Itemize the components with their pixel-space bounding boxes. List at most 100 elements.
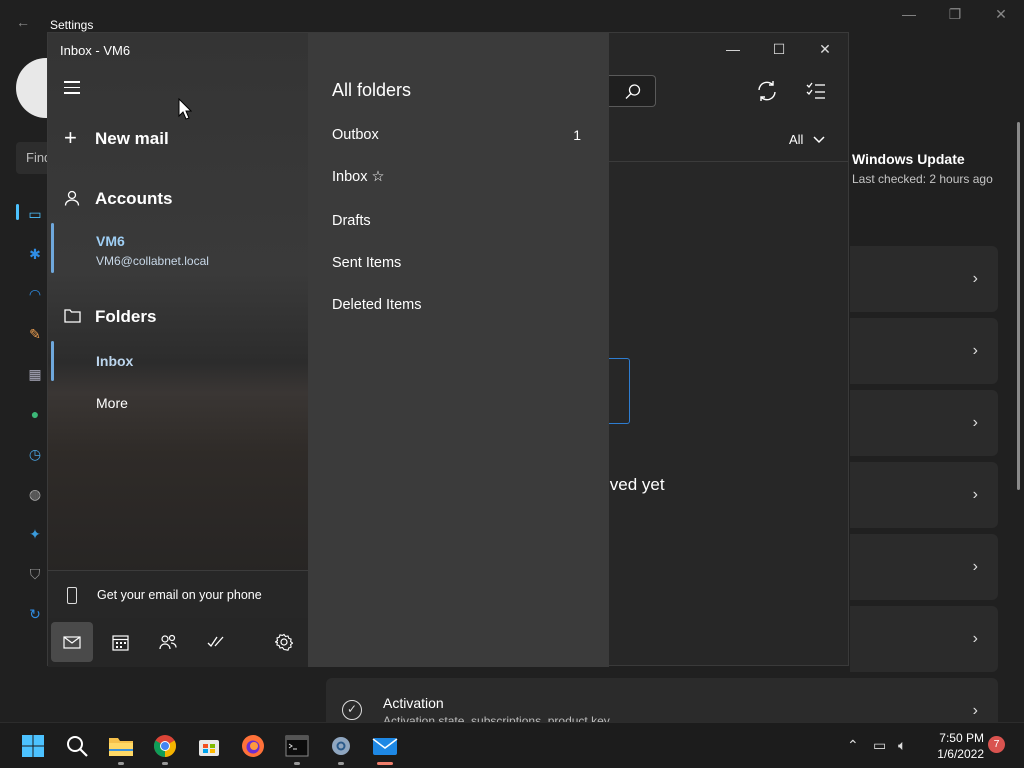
firefox-icon <box>242 735 264 757</box>
filter-dropdown[interactable]: All <box>789 132 825 147</box>
folder-deleted-items[interactable]: Deleted Items <box>332 297 585 313</box>
folder-item-more[interactable]: More <box>96 395 128 411</box>
calendar-tab[interactable] <box>99 622 141 662</box>
accessibility-icon[interactable]: ✦ <box>22 523 48 545</box>
settings-card[interactable]: › <box>850 390 998 456</box>
check-circle-icon: ✓ <box>342 700 362 720</box>
account-email: VM6@collabnet.local <box>96 254 209 268</box>
plus-icon: + <box>64 125 77 150</box>
chevron-up-icon[interactable]: ⌃ <box>847 737 859 754</box>
maximize-icon[interactable]: ☐ <box>756 41 802 63</box>
settings-card[interactable]: › <box>850 462 998 528</box>
taskbar-search-button[interactable] <box>62 731 92 761</box>
notification-badge[interactable]: 7 <box>988 736 1005 753</box>
unread-count: 1 <box>573 127 581 143</box>
sync-button[interactable] <box>755 79 779 103</box>
minimize-icon[interactable]: — <box>886 6 932 22</box>
search-icon <box>67 736 88 757</box>
store-icon <box>199 740 219 756</box>
time-language-icon[interactable]: ◷ <box>22 443 48 465</box>
system-icon[interactable]: ▭ <box>22 203 48 225</box>
settings-icon <box>332 737 350 755</box>
activation-title: Activation <box>383 695 444 711</box>
phone-icon <box>67 587 77 604</box>
personalization-icon[interactable]: ✎ <box>22 323 48 345</box>
folder-inbox[interactable]: Inbox ☆ <box>332 169 585 185</box>
windows-update-title: Windows Update <box>852 151 965 167</box>
folder-label: Outbox <box>332 127 379 143</box>
terminal-button[interactable] <box>282 731 312 765</box>
folder-drafts[interactable]: Drafts <box>332 213 585 229</box>
mail-icon <box>63 635 81 649</box>
mail-app-button[interactable] <box>370 731 400 765</box>
settings-app-button[interactable] <box>326 731 356 765</box>
settings-card[interactable]: › <box>850 534 998 600</box>
chevron-right-icon: › <box>972 414 978 431</box>
activation-card[interactable]: ✓ Activation Activation state, subscript… <box>326 678 998 722</box>
chevron-right-icon: › <box>972 270 978 287</box>
folder-label: Sent Items <box>332 255 402 271</box>
settings-title: Settings <box>50 18 94 32</box>
privacy-shield-icon[interactable]: ⛉ <box>22 563 48 585</box>
close-icon[interactable]: ✕ <box>978 6 1024 23</box>
folder-sent-items[interactable]: Sent Items <box>332 255 585 271</box>
store-button[interactable] <box>194 731 224 761</box>
close-icon[interactable]: ✕ <box>802 41 848 63</box>
chevron-right-icon: › <box>972 342 978 359</box>
volume-icon[interactable]: 🔈︎ <box>898 737 906 754</box>
checklist-icon <box>806 82 825 99</box>
minimize-icon[interactable]: — <box>710 41 756 63</box>
accounts-icon[interactable]: ● <box>22 403 48 425</box>
restore-icon[interactable]: ❐ <box>932 6 978 23</box>
back-arrow-icon[interactable]: ← <box>16 14 30 30</box>
firefox-button[interactable] <box>238 731 268 761</box>
accounts-label: Accounts <box>95 189 173 208</box>
select-mode-button[interactable] <box>804 79 828 103</box>
all-folders-flyout: All folders Outbox 1 Inbox ☆ Drafts Sent… <box>308 33 609 667</box>
folder-label: Deleted Items <box>332 297 422 313</box>
terminal-icon <box>285 735 309 757</box>
gaming-icon[interactable]: ◍ <box>22 483 48 505</box>
mail-window: All ived yet — ☐ ✕ Inbox - VM6 + New mai… <box>47 32 849 667</box>
network-icon[interactable]: ▭ <box>873 737 886 754</box>
empty-state-message: ived yet <box>606 475 665 494</box>
scrollbar[interactable] <box>1017 122 1020 490</box>
mail-icon <box>372 738 398 755</box>
bluetooth-icon[interactable]: ✱ <box>22 243 48 265</box>
chrome-button[interactable] <box>150 731 180 765</box>
todo-tab[interactable] <box>195 622 237 662</box>
search-button[interactable] <box>608 75 656 107</box>
folder-label: Inbox ☆ <box>332 169 385 185</box>
network-icon[interactable]: ◠ <box>22 283 48 305</box>
activation-subtitle: Activation state, subscriptions, product… <box>383 714 610 722</box>
selection-indicator <box>51 223 54 273</box>
search-icon <box>625 84 641 99</box>
system-clock[interactable]: 7:50 PM 1/6/2022 <box>928 730 984 762</box>
mail-tab[interactable] <box>51 622 93 662</box>
window-title: Inbox - VM6 <box>60 43 131 58</box>
phone-promo[interactable]: Get your email on your phone <box>48 570 308 618</box>
navigation-pane: Inbox - VM6 + New mail Accounts VM6 VM6@… <box>48 33 308 667</box>
hamburger-menu-icon[interactable] <box>64 81 80 98</box>
settings-card[interactable]: › <box>850 606 998 672</box>
settings-card[interactable]: › <box>850 246 998 312</box>
new-mail-label: New mail <box>95 129 169 148</box>
settings-card[interactable]: › <box>850 318 998 384</box>
apps-icon[interactable]: ▦ <box>22 363 48 385</box>
folder-label: Drafts <box>332 213 371 229</box>
folder-outbox[interactable]: Outbox 1 <box>332 127 585 143</box>
phone-promo-text: Get your email on your phone <box>97 588 262 602</box>
folder-item-inbox[interactable]: Inbox <box>96 353 133 369</box>
people-icon <box>159 634 177 650</box>
chevron-down-icon <box>813 135 825 143</box>
calendar-icon <box>111 634 129 651</box>
clock-date: 1/6/2022 <box>937 747 984 761</box>
gear-icon <box>275 633 293 651</box>
file-explorer-button[interactable] <box>106 731 136 765</box>
start-button[interactable] <box>18 731 48 761</box>
all-folders-title: All folders <box>332 80 412 100</box>
windows-update-icon[interactable]: ↻ <box>22 603 48 625</box>
chevron-right-icon: › <box>972 486 978 503</box>
settings-button[interactable] <box>263 622 305 662</box>
people-tab[interactable] <box>147 622 189 662</box>
